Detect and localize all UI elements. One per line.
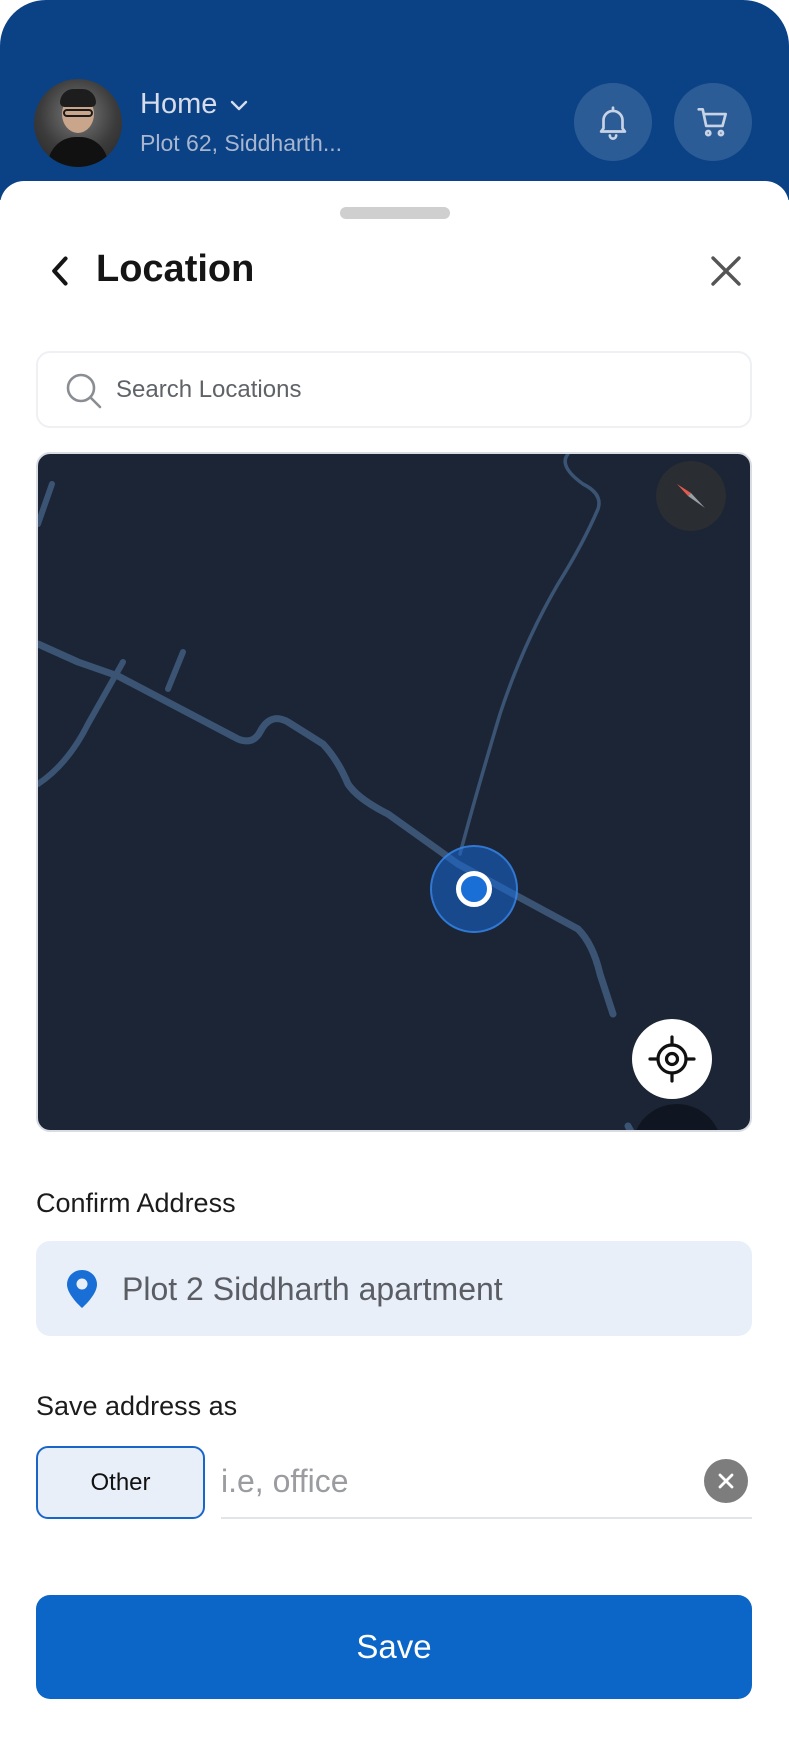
header-bar: Home Plot 62, Siddharth... [0,0,789,200]
back-button[interactable] [44,251,78,291]
clear-icon [718,1473,734,1489]
chevron-left-icon [52,256,68,286]
page-title: Location [96,248,255,290]
cart-button[interactable] [674,83,752,161]
address-text: Plot 2 Siddharth apartment [122,1271,503,1307]
map-pin-icon [67,1270,97,1308]
drag-handle[interactable] [340,207,450,219]
crosshair-icon [648,1035,696,1083]
confirm-address-label: Confirm Address [36,1188,236,1218]
address-label-field [221,1446,752,1519]
map-view[interactable] [36,452,752,1132]
notifications-button[interactable] [574,83,652,161]
bell-icon [599,106,627,140]
save-button[interactable]: Save [36,1595,752,1699]
avatar[interactable] [34,79,122,167]
chevron-down-icon [231,100,248,110]
app-screen: Home Plot 62, Siddharth... Location Sear… [0,0,789,1752]
close-icon [711,256,741,286]
location-sheet: Location Search Locations Confirm Addres… [0,181,789,1752]
recenter-button[interactable] [632,1019,712,1099]
address-type-chip-other[interactable]: Other [36,1446,205,1519]
search-input[interactable] [116,353,716,426]
address-label-input[interactable] [221,1446,681,1516]
close-button[interactable] [706,251,746,291]
save-address-as-label: Save address as [36,1391,238,1421]
search-icon [66,373,102,409]
location-dot [456,871,492,907]
search-bar [36,351,752,428]
location-address: Plot 62, Siddharth... [140,130,343,156]
compass-icon [677,484,705,508]
compass-button[interactable] [656,461,726,531]
location-name: Home [140,88,218,120]
clear-button[interactable] [704,1459,748,1503]
cart-icon [697,107,728,137]
address-field[interactable]: Plot 2 Siddharth apartment [36,1241,752,1336]
location-selector[interactable]: Home [140,88,251,121]
